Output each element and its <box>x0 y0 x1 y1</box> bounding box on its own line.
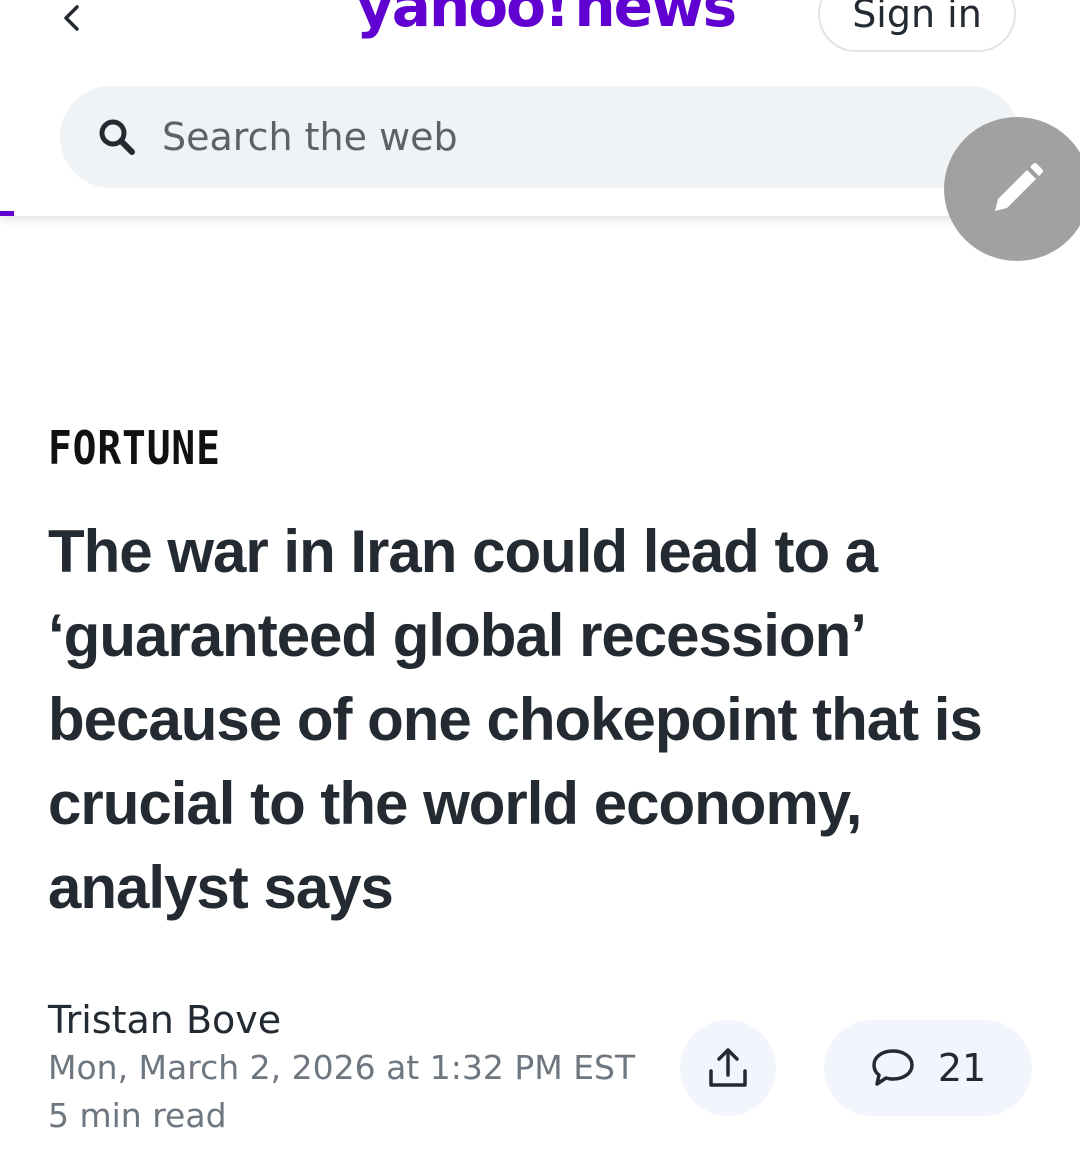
sign-in-button[interactable]: Sign in <box>818 0 1016 52</box>
back-button[interactable] <box>48 0 96 42</box>
search-input[interactable]: Search the web <box>60 86 1020 188</box>
search-icon <box>96 116 138 158</box>
pencil-icon <box>995 163 1043 211</box>
share-icon <box>709 1048 747 1087</box>
logo-brand: yahoo! <box>356 0 570 40</box>
read-time: 5 min read <box>48 1096 227 1135</box>
publisher-logo[interactable]: FORTUNE <box>48 420 221 476</box>
author-name[interactable]: Tristan Bove <box>48 996 281 1044</box>
edit-button[interactable] <box>944 117 1080 261</box>
chevron-left-icon <box>64 5 79 31</box>
reading-progress-indicator <box>0 211 14 216</box>
publish-date: Mon, March 2, 2026 at 1:32 PM EST <box>48 1048 636 1087</box>
search-placeholder: Search the web <box>162 115 458 159</box>
comment-bubble-icon <box>872 1049 914 1086</box>
logo-suffix: news <box>574 0 737 40</box>
comments-button[interactable]: 21 <box>824 1020 1032 1116</box>
yahoo-news-logo[interactable]: yahoo! news <box>356 0 737 46</box>
comment-count: 21 <box>937 1046 987 1090</box>
top-header: yahoo! news Sign in Search the web <box>0 0 1080 216</box>
article-headline: The war in Iran could lead to a ‘guarant… <box>48 518 983 921</box>
share-button[interactable] <box>680 1020 776 1116</box>
